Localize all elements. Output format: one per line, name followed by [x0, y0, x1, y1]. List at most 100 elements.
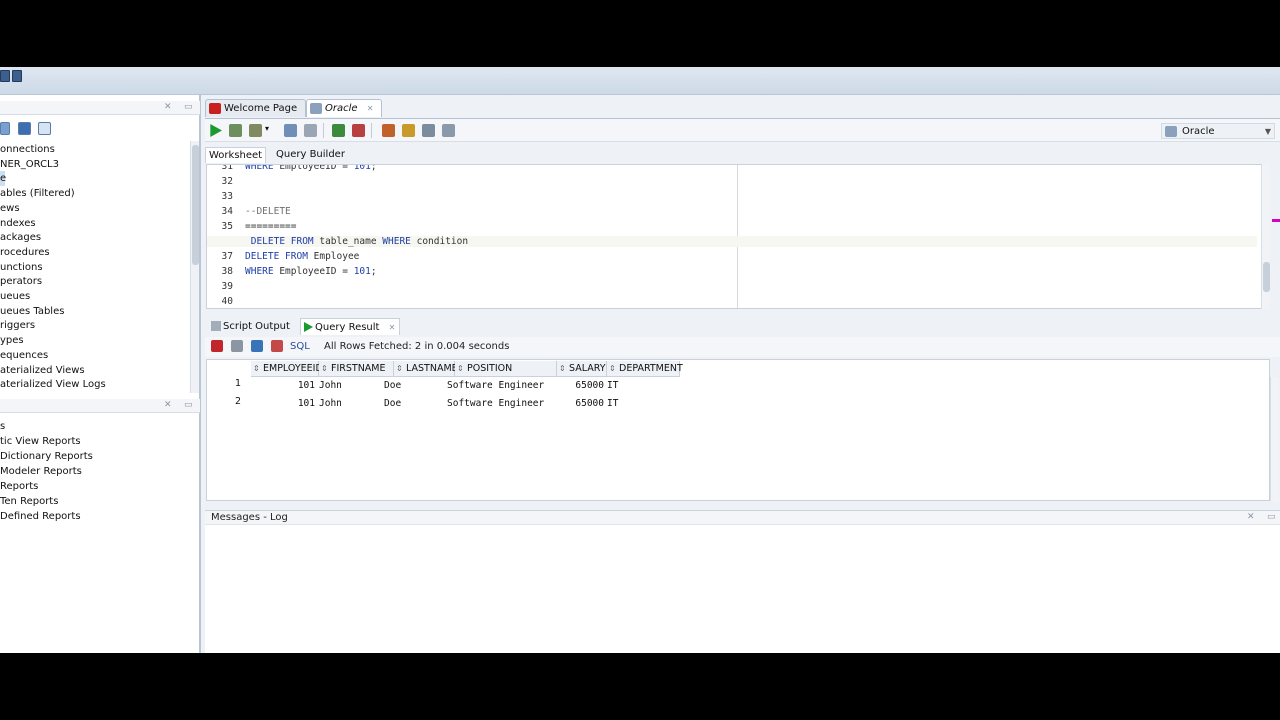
scrollbar-thumb[interactable]: [1263, 262, 1270, 292]
close-icon[interactable]: ✕: [1247, 512, 1255, 522]
commit-icon[interactable]: [332, 124, 345, 137]
tree-item[interactable]: riggers: [0, 318, 35, 333]
tree-item[interactable]: ypes: [0, 333, 24, 348]
tab-query-result[interactable]: Query Result ✕: [300, 318, 401, 335]
chevron-down-icon[interactable]: ▾: [265, 124, 269, 133]
rollback-icon[interactable]: [352, 124, 365, 137]
run-statement-icon[interactable]: [210, 124, 222, 137]
code-line[interactable]: WHERE EmployeeID = 101;: [245, 266, 377, 277]
connection-select[interactable]: Oracle ▼: [1161, 123, 1275, 139]
autotrace-icon[interactable]: [249, 124, 262, 137]
grid-cell[interactable]: 65000: [557, 378, 604, 394]
run-script-icon[interactable]: [229, 124, 242, 137]
sort-icon[interactable]: ⇕: [457, 361, 464, 377]
tree-item[interactable]: Dictionary Reports: [0, 449, 93, 464]
scrollbar-thumb[interactable]: [192, 145, 199, 265]
table-row[interactable]: 2 101 John Doe Software Engineer 65000 IT: [207, 396, 1267, 412]
sort-icon[interactable]: ⇕: [609, 361, 616, 377]
tab-worksheet[interactable]: Worksheet: [205, 147, 267, 163]
connections-scrollbar[interactable]: [190, 141, 199, 393]
tree-item[interactable]: perators: [0, 274, 42, 289]
sort-icon[interactable]: ⇕: [321, 361, 328, 377]
query-result-grid[interactable]: ⇕ EMPLOYEEID ⇕ FIRSTNAME ⇕ LASTNAME ⇕ POSITION ⇕…: [206, 359, 1270, 501]
tree-item[interactable]: rocedures: [0, 245, 50, 260]
save-icon[interactable]: [12, 70, 22, 82]
open-icon[interactable]: [0, 70, 10, 82]
grid-scrollbar[interactable]: [1270, 377, 1279, 501]
grid-cell[interactable]: Doe: [384, 378, 444, 394]
grid-cell[interactable]: Software Engineer: [447, 396, 553, 412]
schema-browser-icon[interactable]: [18, 122, 31, 135]
tree-item[interactable]: tic View Reports: [0, 434, 81, 449]
editor-scrollbar[interactable]: [1261, 164, 1270, 309]
code-line[interactable]: =========: [245, 221, 296, 232]
tree-item[interactable]: Reports: [0, 479, 38, 494]
tab-script-output[interactable]: Script Output ✕: [209, 318, 310, 335]
grid-column-header[interactable]: ⇕ EMPLOYEEID: [251, 361, 323, 377]
close-icon[interactable]: ✕: [367, 104, 374, 113]
tree-item[interactable]: aterialized View Logs: [0, 377, 106, 392]
grid-cell[interactable]: IT: [607, 378, 680, 394]
format-icon[interactable]: [442, 124, 455, 137]
grid-cell[interactable]: Doe: [384, 396, 444, 412]
filter-icon[interactable]: [0, 122, 10, 135]
tree-item[interactable]: aterialized Views: [0, 363, 85, 378]
grid-cell[interactable]: John: [319, 378, 384, 394]
tree-item[interactable]: ndexes: [0, 216, 36, 231]
code-line[interactable]: DELETE FROM Employee: [245, 251, 359, 262]
sql-history-icon[interactable]: [422, 124, 435, 137]
pin-icon[interactable]: [211, 340, 223, 352]
table-row[interactable]: 1 101 John Doe Software Engineer 65000 IT: [207, 378, 1267, 394]
tab-query-builder[interactable]: Query Builder: [273, 147, 348, 163]
sort-icon[interactable]: ⇕: [559, 361, 566, 377]
sql-tuning-icon[interactable]: [304, 124, 317, 137]
tree-item[interactable]: s: [0, 419, 5, 434]
sql-link[interactable]: SQL: [290, 341, 310, 352]
sort-icon[interactable]: ⇕: [396, 361, 403, 377]
tab-oracle[interactable]: Oracle ✕: [306, 99, 383, 117]
grid-cell[interactable]: John: [319, 396, 384, 412]
tree-item[interactable]: ews: [0, 201, 20, 216]
tree-item[interactable]: unctions: [0, 260, 43, 275]
grid-column-header[interactable]: ⇕ LASTNAME: [394, 361, 458, 377]
tree-item[interactable]: ackages: [0, 230, 41, 245]
minimize-icon[interactable]: ▭: [1267, 512, 1276, 522]
chevron-down-icon[interactable]: ▼: [1265, 124, 1271, 140]
tree-item[interactable]: NER_ORCL3: [0, 157, 59, 172]
close-icon[interactable]: ✕: [164, 102, 172, 112]
tree-item[interactable]: Modeler Reports: [0, 464, 82, 479]
refresh-icon[interactable]: [251, 340, 263, 352]
grid-cell[interactable]: Software Engineer: [447, 378, 553, 394]
print-icon[interactable]: [231, 340, 243, 352]
tree-item[interactable]: ueues Tables: [0, 304, 64, 319]
tree-item[interactable]: Defined Reports: [0, 509, 81, 524]
grid-cell[interactable]: 65000: [557, 396, 604, 412]
grid-column-header[interactable]: ⇕ DEPARTMENT: [607, 361, 683, 377]
tree-item[interactable]: Ten Reports: [0, 494, 58, 509]
minimize-icon[interactable]: ▭: [184, 102, 193, 112]
grid-column-header[interactable]: ⇕ FIRSTNAME: [319, 361, 394, 377]
code-line[interactable]: DELETE FROM table_name WHERE condition: [207, 236, 1257, 247]
clear-icon[interactable]: [402, 124, 415, 137]
sort-icon[interactable]: ⇕: [253, 361, 260, 377]
grid-cell[interactable]: 101: [251, 396, 315, 412]
code-line[interactable]: WHERE EmployeeID = 101;: [245, 165, 377, 172]
tree-item[interactable]: onnections: [0, 142, 55, 157]
tree-item[interactable]: ables (Filtered): [0, 186, 75, 201]
explain-plan-icon[interactable]: [284, 124, 297, 137]
close-icon[interactable]: ✕: [164, 400, 172, 410]
tab-welcome-page[interactable]: Welcome Page: [205, 99, 307, 117]
code-line[interactable]: --DELETE: [245, 206, 291, 217]
cancel-fetch-icon[interactable]: [271, 340, 283, 352]
unshared-sql-icon[interactable]: [382, 124, 395, 137]
grid-cell[interactable]: 101: [251, 378, 315, 394]
refresh-icon[interactable]: [38, 122, 51, 135]
tree-item[interactable]: e: [0, 171, 6, 187]
grid-column-header[interactable]: ⇕ SALARY: [557, 361, 607, 377]
grid-column-header[interactable]: ⇕ POSITION: [455, 361, 557, 377]
tree-item[interactable]: equences: [0, 348, 48, 363]
grid-cell[interactable]: IT: [607, 396, 680, 412]
sql-editor[interactable]: 31323334353637383940 WHERE EmployeeID = …: [206, 164, 1270, 309]
tree-item[interactable]: ueues: [0, 289, 30, 304]
minimize-icon[interactable]: ▭: [184, 400, 193, 410]
